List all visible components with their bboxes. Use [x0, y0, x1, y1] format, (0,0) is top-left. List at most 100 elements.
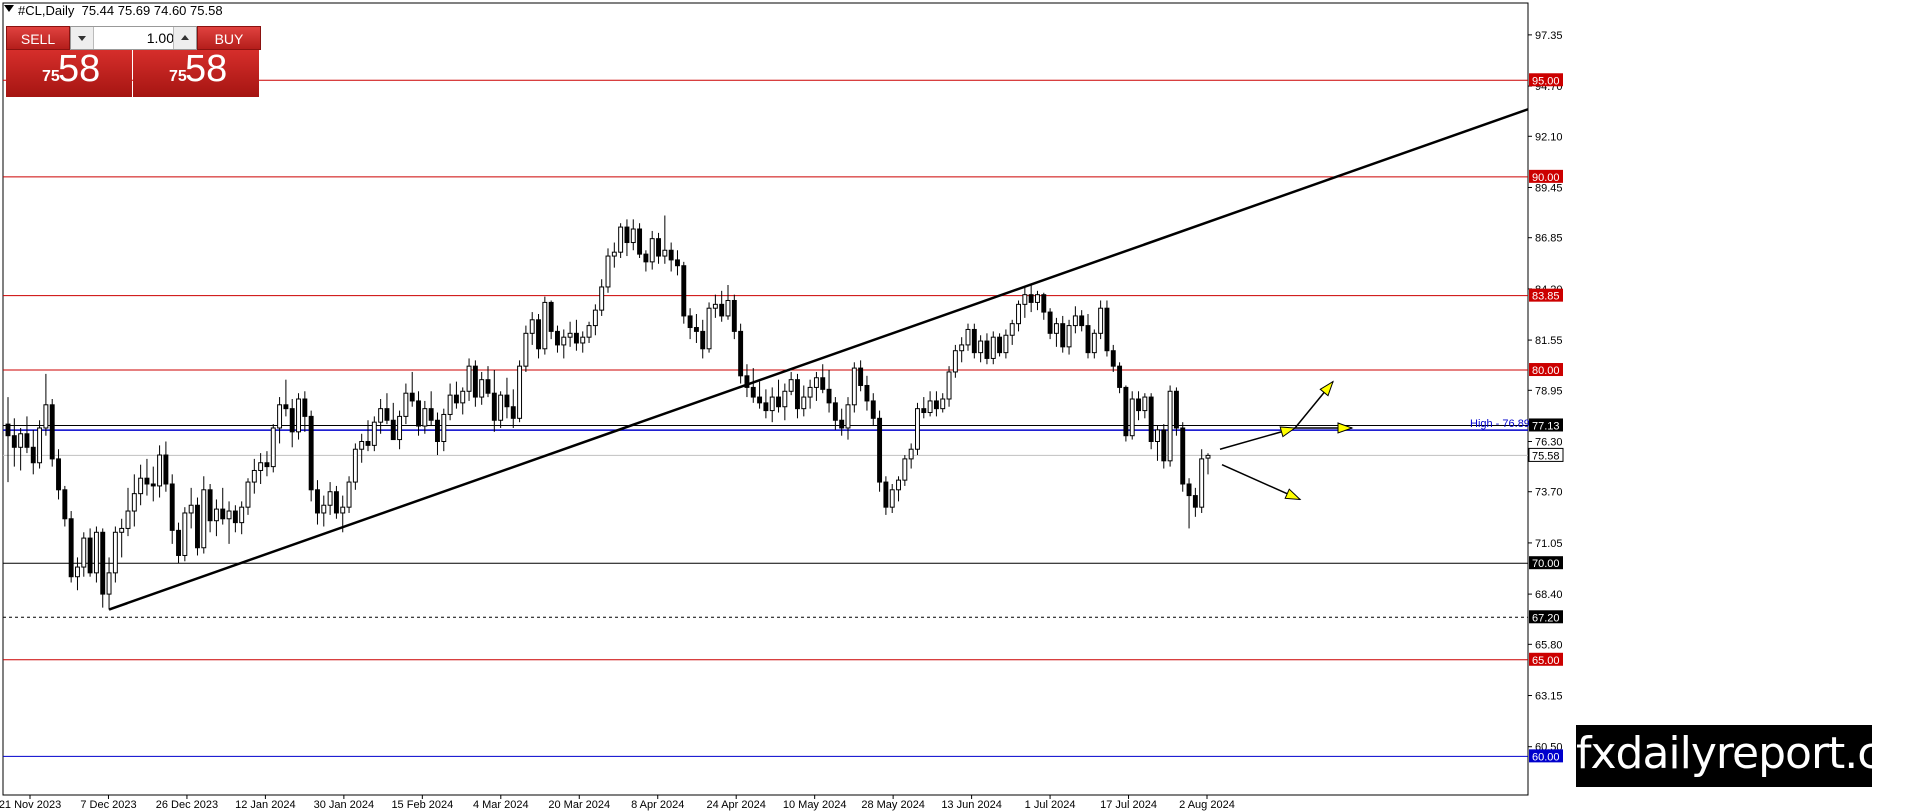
candle-body [889, 489, 895, 508]
candle-body [264, 462, 270, 468]
x-tick-label: 24 Apr 2024 [707, 799, 766, 811]
arrow-up-icon [181, 35, 189, 40]
level-label: 70.00 [1532, 558, 1560, 570]
candle-body [62, 489, 68, 520]
symbol-label: #CL,Daily [18, 3, 75, 18]
candle-body [1148, 396, 1154, 442]
candle-body [832, 402, 838, 421]
candle-body [365, 440, 371, 446]
candle-body [428, 408, 434, 421]
candle-body [1085, 325, 1091, 354]
candle-body [119, 527, 125, 533]
candle-body [390, 419, 396, 441]
candle-body [491, 392, 497, 421]
chart-header: #CL,Daily 75.44 75.69 74.60 75.58 [18, 3, 223, 18]
candle-body [245, 481, 251, 508]
candle-body [997, 336, 1003, 354]
lot-increase-button[interactable] [173, 27, 196, 49]
candle-body [510, 406, 516, 419]
candle [738, 323, 744, 384]
candle [706, 302, 712, 353]
y-tick-label: 86.85 [1535, 233, 1563, 245]
candle-body [662, 249, 668, 257]
candle-body [902, 458, 908, 481]
candle-body [801, 396, 807, 410]
candle-body [447, 394, 453, 415]
buy-price-big: 58 [185, 48, 228, 90]
candle-body [213, 508, 219, 522]
candle-body [719, 303, 725, 317]
chart-menu-icon[interactable] [4, 5, 14, 12]
candle-body [498, 394, 504, 421]
candle-body [1104, 307, 1110, 352]
candle-body [422, 408, 428, 427]
candle-body [340, 506, 346, 514]
x-tick-label: 21 Nov 2023 [0, 799, 61, 811]
candle-body [169, 483, 175, 531]
candle-body [359, 440, 365, 450]
y-tick-label: 65.80 [1535, 639, 1563, 651]
candle [1129, 391, 1135, 440]
level-label: 80.00 [1532, 365, 1560, 377]
candle-body [283, 404, 289, 410]
candle-body [573, 332, 579, 344]
sell-button[interactable]: SELL [6, 26, 70, 50]
candle [997, 333, 1003, 357]
candle-body [150, 483, 156, 487]
candle-body [826, 388, 832, 404]
candle-body [813, 377, 819, 388]
candle-body [1035, 294, 1040, 303]
candle-body [182, 512, 188, 556]
watermark-logo: fxdailyreport.com [1576, 725, 1916, 787]
y-tick-label: 78.95 [1535, 385, 1563, 397]
candle-body [649, 238, 655, 263]
candle-body [435, 419, 440, 442]
candle-body [258, 462, 264, 471]
candle-body [157, 454, 163, 487]
candle-body [561, 336, 567, 346]
candle-body [870, 400, 876, 419]
candle-body [864, 384, 870, 402]
candle-body [106, 572, 112, 595]
candle-body [1091, 332, 1097, 354]
candle-body [81, 537, 87, 568]
candle-body [839, 419, 845, 429]
price-chart[interactable]: High - 76.89 97.3594.7092.1089.4586.8584… [0, 0, 1916, 812]
candle-body [971, 328, 977, 354]
candle-body [384, 408, 390, 421]
sell-price-button[interactable]: 75 58 [6, 48, 132, 97]
candle-body [1136, 398, 1141, 412]
candle-body [277, 404, 283, 429]
lot-decrease-button[interactable] [71, 27, 94, 49]
buy-price-button[interactable]: 75 58 [133, 48, 259, 97]
candle-body [693, 327, 699, 332]
candle-body [460, 390, 466, 404]
y-tick-label: 76.30 [1535, 436, 1563, 448]
candle-body [946, 371, 952, 400]
candle-body [687, 315, 693, 329]
candle-body [1098, 307, 1104, 334]
candle-body [239, 506, 245, 524]
candle-body [1161, 429, 1167, 462]
candle-body [1180, 427, 1186, 485]
candle [1199, 449, 1205, 513]
candle [1104, 300, 1110, 357]
candle-body [24, 433, 30, 448]
ohlc-values: 75.44 75.69 74.60 75.58 [81, 3, 223, 18]
candle-body [43, 404, 49, 429]
y-tick-label: 97.35 [1535, 30, 1563, 42]
buy-button[interactable]: BUY [197, 26, 261, 50]
candle-body [1066, 325, 1072, 348]
candle-body [965, 328, 971, 346]
lot-size-input[interactable] [95, 27, 178, 49]
candle-body [883, 481, 889, 508]
candle-body [1199, 458, 1205, 508]
candle-body [592, 309, 598, 327]
candle-body [327, 491, 333, 506]
candle-body [1003, 334, 1009, 354]
candle [851, 362, 857, 413]
candle-body [782, 390, 788, 408]
x-tick-label: 8 Apr 2024 [631, 799, 684, 811]
candle-body [308, 415, 314, 491]
candle-body [984, 340, 990, 359]
